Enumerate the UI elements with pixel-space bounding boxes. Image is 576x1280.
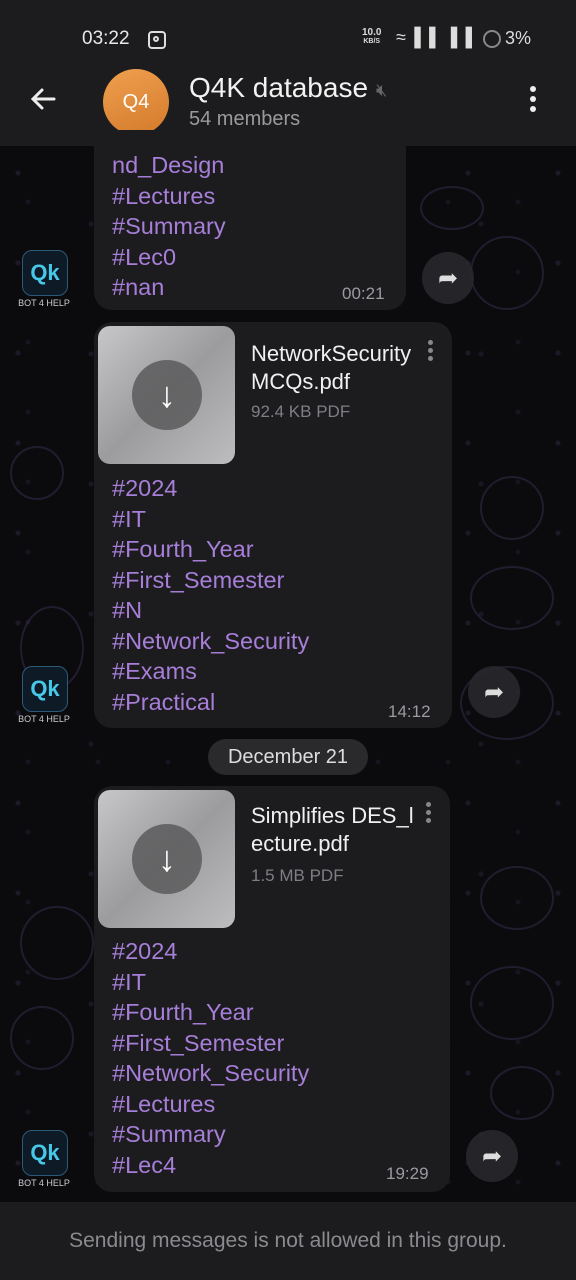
file-thumbnail[interactable]: ↓ <box>98 790 235 928</box>
share-icon[interactable]: ➦ <box>466 1130 518 1182</box>
hashtag-link[interactable]: #Summary <box>112 1119 309 1150</box>
message-time: 00:21 <box>342 284 385 303</box>
signal-wifi-icons: ≈▐▐ ▐▐ <box>396 27 474 47</box>
hashtag-link[interactable]: #nan <box>112 272 226 303</box>
download-icon[interactable]: ↓ <box>132 360 202 430</box>
bot-logo: Qk <box>22 250 68 296</box>
sender-avatar[interactable]: Qk BOT 4 HELP <box>12 666 76 730</box>
message-bubble[interactable]: ↓ Simplifies DES_lecture.pdf 1.5 MB PDF … <box>94 786 450 1192</box>
instagram-notification-icon <box>148 31 166 49</box>
battery-level: 3% <box>505 28 532 48</box>
hashtag-link[interactable]: #2024 <box>112 473 309 504</box>
back-arrow-icon[interactable] <box>28 84 60 116</box>
hashtag-link[interactable]: #First_Semester <box>112 565 309 596</box>
bot-logo: Qk <box>22 1130 68 1176</box>
bot-caption: BOT 4 HELP <box>18 298 70 308</box>
network-speed-value: 10.0 <box>362 27 382 38</box>
hashtag-link[interactable]: #2024 <box>112 936 309 967</box>
hashtag-link[interactable]: #N <box>112 595 309 626</box>
hashtag-link[interactable]: #Practical <box>112 687 309 718</box>
hashtag-link[interactable]: #Fourth_Year <box>112 997 309 1028</box>
file-menu-icon[interactable] <box>428 340 434 364</box>
bot-logo: Qk <box>22 666 68 712</box>
bot-caption: BOT 4 HELP <box>18 714 70 724</box>
hashtag-link[interactable]: #Lectures <box>112 1089 309 1120</box>
file-size: 92.4 KB PDF <box>251 402 351 421</box>
hashtag-text: nd_Design <box>112 152 225 178</box>
bot-caption: BOT 4 HELP <box>18 1178 70 1188</box>
file-thumbnail[interactable]: ↓ <box>98 326 235 464</box>
network-speed-unit: KB/S <box>363 38 381 45</box>
read-only-notice: Sending messages is not allowed in this … <box>0 1202 576 1280</box>
hashtag-link[interactable]: #Lec4 <box>112 1150 309 1181</box>
clock: 03:22 <box>82 28 130 49</box>
sender-avatar[interactable]: Qk BOT 4 HELP <box>12 1130 76 1194</box>
hashtag-link[interactable]: #First_Semester <box>112 1028 309 1059</box>
muted-icon: 🔇︎ <box>376 80 388 100</box>
more-menu-icon[interactable] <box>530 86 538 116</box>
file-name[interactable]: Simplifies DES_lecture.pdf <box>251 802 421 858</box>
hashtag-link[interactable]: #Summary <box>112 211 226 242</box>
download-icon[interactable]: ↓ <box>132 824 202 894</box>
hashtag-link[interactable]: #Lectures <box>112 181 226 212</box>
hashtag-link[interactable]: #Fourth_Year <box>112 534 309 565</box>
file-menu-icon[interactable] <box>426 802 432 826</box>
date-separator: December 21 <box>208 739 368 775</box>
share-icon[interactable]: ➦ <box>422 252 474 304</box>
hashtag-link[interactable]: #Network_Security <box>112 1058 309 1089</box>
hashtag-link[interactable]: #Exams <box>112 656 309 687</box>
sender-avatar[interactable]: Qk BOT 4 HELP <box>12 250 76 314</box>
message-bubble[interactable]: ↓ NetworkSecurityMCQs.pdf 92.4 KB PDF #2… <box>94 322 452 728</box>
member-count[interactable]: 54 members <box>189 108 300 131</box>
file-size: 1.5 MB PDF <box>251 866 344 885</box>
message-bubble[interactable]: nd_Design #Lectures #Summary #Lec0 #nan … <box>94 130 406 310</box>
file-name[interactable]: NetworkSecurityMCQs.pdf <box>251 340 421 396</box>
message-time: 14:12 <box>388 702 431 721</box>
battery-icon <box>483 30 501 48</box>
group-title[interactable]: Q4K database <box>189 72 368 104</box>
hashtag-link[interactable]: #IT <box>112 504 309 535</box>
hashtag-link[interactable]: #Network_Security <box>112 626 309 657</box>
network-speed: 10.0 KB/S <box>362 28 381 46</box>
hashtag-link[interactable]: #IT <box>112 967 309 998</box>
share-icon[interactable]: ➦ <box>468 666 520 718</box>
group-avatar[interactable]: Q4 <box>103 69 169 135</box>
hashtag-link[interactable]: #Lec0 <box>112 242 226 273</box>
message-time: 19:29 <box>386 1164 429 1183</box>
